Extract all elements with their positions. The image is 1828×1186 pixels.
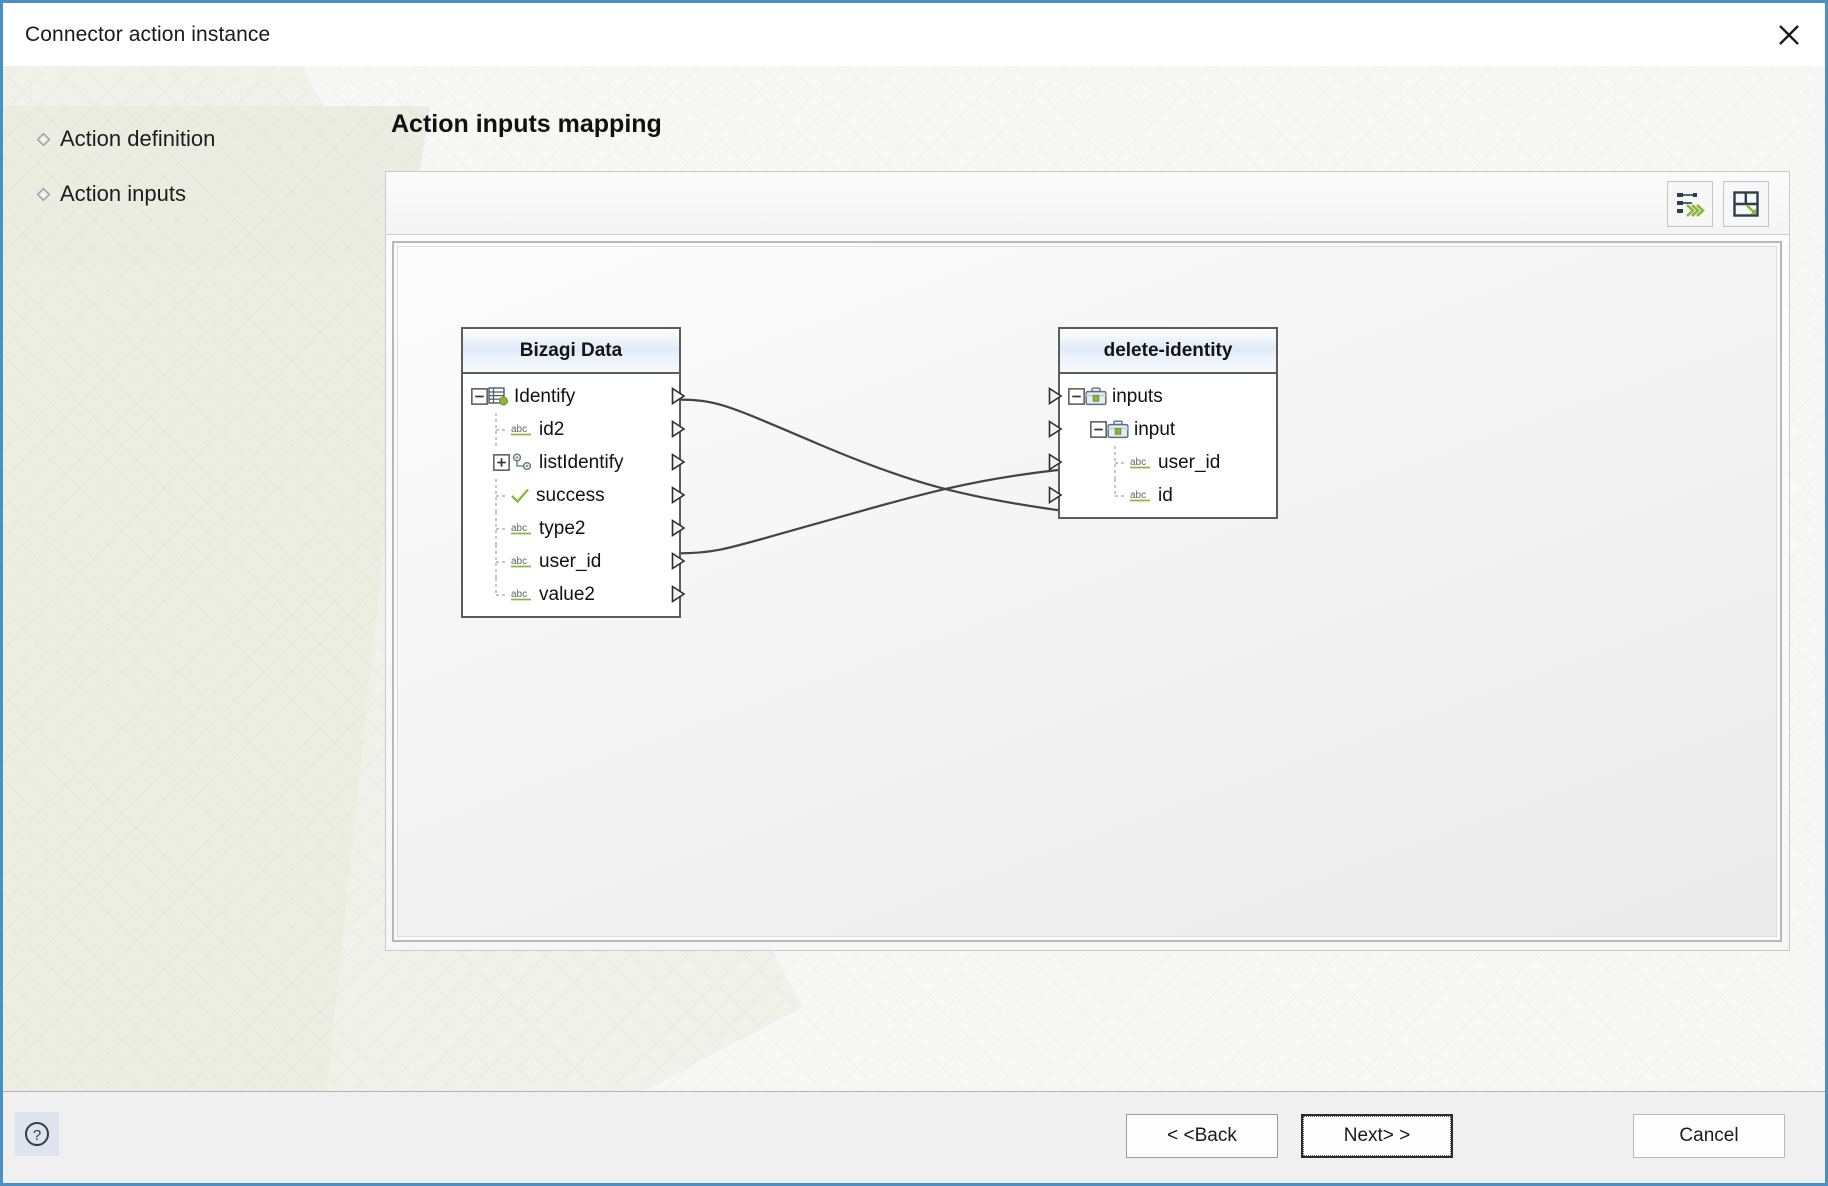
tree-row-label: inputs: [1112, 386, 1163, 408]
source-tree-title: Bizagi Data: [463, 329, 679, 374]
cancel-button[interactable]: Cancel: [1633, 1114, 1785, 1158]
source-port-arrow[interactable]: [671, 420, 686, 438]
svg-text:abc: abc: [511, 523, 527, 534]
tree-branch-line: [493, 512, 510, 545]
abc-string-icon: abc: [510, 421, 534, 438]
mapping-canvas[interactable]: Bizagi Data Identify abc id2 listIdentify su…: [397, 246, 1777, 937]
tree-row-label: success: [536, 485, 605, 507]
svg-text:?: ?: [33, 1127, 41, 1144]
abc-string-icon: abc: [1129, 487, 1153, 504]
dialog-body: Action definition Action inputs Action i…: [3, 66, 1825, 1091]
source-port-arrow[interactable]: [671, 387, 686, 405]
sidebar-item-label: Action inputs: [60, 181, 186, 207]
sidebar-item-label: Action definition: [60, 126, 215, 152]
background-watermark-3: [3, 266, 413, 1091]
collection-icon: [510, 453, 534, 472]
svg-text:abc: abc: [1130, 457, 1146, 468]
abc-string-icon: abc: [510, 553, 534, 570]
target-port-arrow[interactable]: [1048, 420, 1063, 438]
tree-row[interactable]: input: [1060, 413, 1276, 446]
target-tree-rows: inputsinputabcuser_idabcid: [1060, 374, 1276, 517]
target-port-arrow[interactable]: [1048, 453, 1063, 471]
tree-row-label: Identify: [514, 386, 575, 408]
source-port-arrow[interactable]: [671, 519, 686, 537]
tree-row[interactable]: success: [463, 479, 679, 512]
next-button-label: Next> >: [1303, 1116, 1451, 1156]
source-port-arrow[interactable]: [671, 585, 686, 603]
tree-row-label: value2: [539, 584, 595, 606]
source-port-arrow[interactable]: [671, 552, 686, 570]
collapse-expander-icon[interactable]: [471, 388, 488, 405]
abc-string-icon: abc: [510, 520, 534, 537]
tree-row[interactable]: abc user_id: [1060, 446, 1276, 479]
tree-branch-line: [493, 545, 510, 578]
window-title: Connector action instance: [3, 23, 270, 47]
close-icon[interactable]: [1753, 3, 1825, 66]
source-tree-box: Bizagi Data Identify abc id2 listIdentify su…: [461, 327, 681, 618]
dialog-footer: ? < <Back Next> > Cancel: [3, 1091, 1825, 1183]
help-question-icon[interactable]: ?: [15, 1112, 59, 1156]
target-tree-box: delete-identity inputsinputabcuser_idabc…: [1058, 327, 1278, 519]
page-title: Action inputs mapping: [391, 110, 662, 139]
expand-expander-icon[interactable]: [493, 454, 510, 471]
dialog-window: Connector action instance Action def: [0, 0, 1828, 1186]
tree-row-label: id2: [539, 419, 564, 441]
tree-row[interactable]: abc user_id: [463, 545, 679, 578]
tree-branch-line: [1112, 446, 1129, 479]
svg-text:abc: abc: [511, 556, 527, 567]
tree-row-label: id: [1158, 485, 1173, 507]
briefcase-icon: [1107, 420, 1129, 439]
abc-string-icon: abc: [1129, 454, 1153, 471]
tree-row[interactable]: inputs: [1060, 380, 1276, 413]
back-button[interactable]: < <Back: [1126, 1114, 1278, 1158]
auto-map-icon[interactable]: [1667, 181, 1713, 227]
tree-row[interactable]: abc value2: [463, 578, 679, 611]
table-entity-icon: [488, 387, 509, 406]
tree-row-label: input: [1134, 419, 1175, 441]
tree-branch-line: [493, 578, 510, 611]
svg-text:abc: abc: [511, 424, 527, 435]
tree-row-label: user_id: [1158, 452, 1220, 474]
svg-text:abc: abc: [1130, 490, 1146, 501]
diamond-bullet-icon: [37, 188, 50, 201]
svg-text:abc: abc: [511, 589, 527, 600]
background-watermark-1: [3, 106, 430, 1091]
briefcase-icon: [1085, 387, 1107, 406]
diamond-bullet-icon: [37, 133, 50, 146]
tree-row[interactable]: abc id2: [463, 413, 679, 446]
source-tree-rows: Identify abc id2 listIdentify success abc type…: [463, 374, 679, 616]
tree-branch-line: [493, 479, 510, 512]
mapping-canvas-frame: Bizagi Data Identify abc id2 listIdentify su…: [392, 241, 1782, 942]
tree-row[interactable]: abc id: [1060, 479, 1276, 512]
collapse-expander-icon[interactable]: [1090, 421, 1107, 438]
sidebar-item-action-definition[interactable]: Action definition: [37, 126, 337, 152]
tree-branch-line: [1112, 479, 1129, 512]
abc-string-icon: abc: [510, 586, 534, 603]
source-port-arrow[interactable]: [671, 453, 686, 471]
sidebar-item-action-inputs[interactable]: Action inputs: [37, 181, 337, 207]
tree-row[interactable]: abc type2: [463, 512, 679, 545]
target-port-arrow[interactable]: [1048, 387, 1063, 405]
source-port-arrow[interactable]: [671, 486, 686, 504]
wizard-steps: Action definition Action inputs: [37, 126, 337, 236]
check-boolean-icon: [510, 487, 531, 505]
tree-row-label: user_id: [539, 551, 601, 573]
target-port-arrow[interactable]: [1048, 486, 1063, 504]
fit-layout-icon[interactable]: [1723, 181, 1769, 227]
title-bar: Connector action instance: [3, 3, 1825, 66]
tree-branch-line: [493, 413, 510, 446]
tree-row[interactable]: listIdentify: [463, 446, 679, 479]
next-button[interactable]: Next> >: [1301, 1114, 1453, 1158]
target-tree-title: delete-identity: [1060, 329, 1276, 374]
tree-row-label: listIdentify: [539, 452, 623, 474]
collapse-expander-icon[interactable]: [1068, 388, 1085, 405]
tree-row-label: type2: [539, 518, 585, 540]
mapping-toolbar: [386, 172, 1789, 235]
main-content: Action inputs mapping: [391, 66, 1825, 1091]
mapping-panel: Bizagi Data Identify abc id2 listIdentify su…: [385, 171, 1790, 951]
tree-row[interactable]: Identify: [463, 380, 679, 413]
